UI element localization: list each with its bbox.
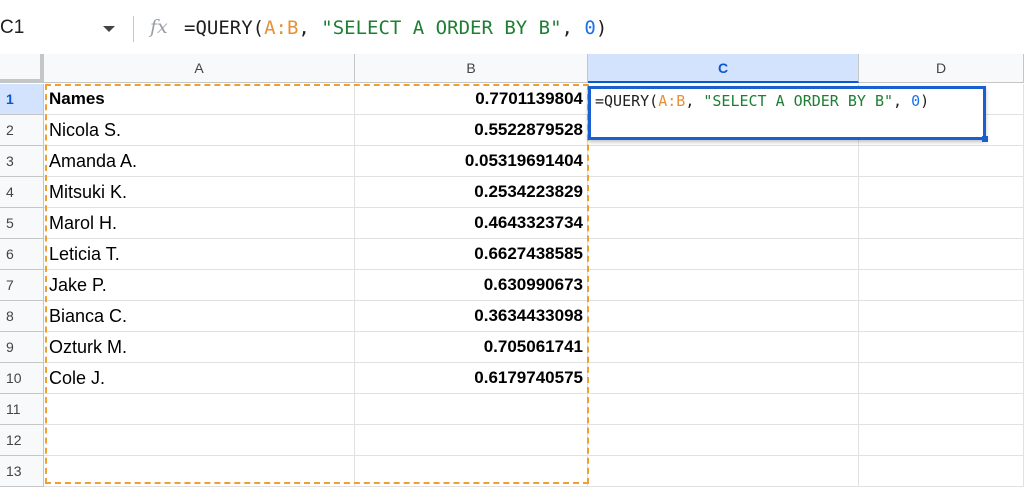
cell-c5[interactable]: [588, 208, 859, 239]
cell-b9[interactable]: 0.705061741: [355, 332, 588, 363]
row-header[interactable]: 4: [0, 177, 44, 208]
cell-c4[interactable]: [588, 177, 859, 208]
cell-d5[interactable]: [859, 208, 1024, 239]
cell-d10[interactable]: [859, 363, 1024, 394]
formula-input[interactable]: =QUERY(A:B, "SELECT A ORDER BY B", 0): [184, 17, 607, 39]
formula-suffix: ): [920, 92, 930, 110]
cell-c11[interactable]: [588, 394, 859, 425]
formula-string: "SELECT A ORDER BY B": [321, 17, 562, 39]
formula-range: A:B: [264, 17, 299, 39]
cell-c10[interactable]: [588, 363, 859, 394]
row-header[interactable]: 5: [0, 208, 44, 239]
row-header[interactable]: 10: [0, 363, 44, 394]
cell-a10[interactable]: Cole J.: [44, 363, 355, 394]
formula-comma: ,: [561, 17, 585, 39]
column-header-a[interactable]: A: [44, 54, 355, 83]
cell-b2[interactable]: 0.5522879528: [355, 115, 588, 146]
row-header[interactable]: 12: [0, 425, 44, 456]
row-header[interactable]: 9: [0, 332, 44, 363]
divider: [133, 16, 134, 42]
cell-d6[interactable]: [859, 239, 1024, 270]
fill-handle[interactable]: [982, 136, 988, 142]
formula-comma: ,: [685, 92, 704, 110]
cell-b8[interactable]: 0.3634433098: [355, 301, 588, 332]
cell-b1[interactable]: 0.7701139804: [355, 84, 588, 115]
fx-icon: fx: [150, 16, 168, 38]
cell-c6[interactable]: [588, 239, 859, 270]
formula-prefix: =QUERY(: [595, 92, 659, 110]
row-header[interactable]: 2: [0, 115, 44, 146]
cell-a8[interactable]: Bianca C.: [44, 301, 355, 332]
row-header[interactable]: 1: [0, 84, 44, 115]
cell-c13[interactable]: [588, 456, 859, 487]
formula-string: "SELECT A ORDER BY B": [703, 92, 894, 110]
cell-a3[interactable]: Amanda A.: [44, 146, 355, 177]
cell-c8[interactable]: [588, 301, 859, 332]
name-box[interactable]: C1: [0, 17, 24, 39]
cell-c3[interactable]: [588, 146, 859, 177]
select-all-corner[interactable]: [0, 54, 44, 83]
row-header[interactable]: 8: [0, 301, 44, 332]
formula-prefix: =QUERY(: [184, 17, 265, 39]
cell-editor-text[interactable]: =QUERY(A:B, "SELECT A ORDER BY B", 0): [595, 92, 929, 110]
formula-comma: ,: [298, 17, 322, 39]
cell-b7[interactable]: 0.630990673: [355, 270, 588, 301]
formula-number: 0: [584, 17, 596, 39]
cell-c7[interactable]: [588, 270, 859, 301]
column-header-c[interactable]: C: [588, 54, 859, 83]
cell-a13[interactable]: [44, 456, 355, 487]
cell-d11[interactable]: [859, 394, 1024, 425]
formula-comma: ,: [893, 92, 912, 110]
row-header[interactable]: 7: [0, 270, 44, 301]
formula-bar: C1 fx =QUERY(A:B, "SELECT A ORDER BY B",…: [0, 0, 1024, 54]
cell-a11[interactable]: [44, 394, 355, 425]
cell-a6[interactable]: Leticia T.: [44, 239, 355, 270]
cell-d9[interactable]: [859, 332, 1024, 363]
formula-range: A:B: [658, 92, 686, 110]
formula-suffix: ): [595, 17, 608, 39]
cell-b11[interactable]: [355, 394, 588, 425]
cell-editor-c1[interactable]: =QUERY(A:B, "SELECT A ORDER BY B", 0): [588, 86, 986, 140]
formula-number: 0: [911, 92, 921, 110]
spreadsheet-grid: A B C D 1 Names 0.7701139804 2 Nicola S. 0.552287…: [0, 54, 1024, 487]
cell-b3[interactable]: 0.05319691404: [355, 146, 588, 177]
cell-a7[interactable]: Jake P.: [44, 270, 355, 301]
cell-a9[interactable]: Ozturk M.: [44, 332, 355, 363]
cell-d8[interactable]: [859, 301, 1024, 332]
column-header-d[interactable]: D: [859, 54, 1024, 83]
cell-a1[interactable]: Names: [44, 84, 355, 115]
cell-d12[interactable]: [859, 425, 1024, 456]
cell-b13[interactable]: [355, 456, 588, 487]
cell-c12[interactable]: [588, 425, 859, 456]
row-header[interactable]: 11: [0, 394, 44, 425]
cell-b5[interactable]: 0.4643323734: [355, 208, 588, 239]
cell-d13[interactable]: [859, 456, 1024, 487]
chevron-down-icon[interactable]: [103, 26, 115, 32]
cell-c9[interactable]: [588, 332, 859, 363]
cell-a4[interactable]: Mitsuki K.: [44, 177, 355, 208]
row-header[interactable]: 6: [0, 239, 44, 270]
cell-a12[interactable]: [44, 425, 355, 456]
cell-d3[interactable]: [859, 146, 1024, 177]
cell-d4[interactable]: [859, 177, 1024, 208]
row-header[interactable]: 13: [0, 456, 44, 487]
row-header[interactable]: 3: [0, 146, 44, 177]
cell-b12[interactable]: [355, 425, 588, 456]
column-header-b[interactable]: B: [355, 54, 588, 83]
cell-a2[interactable]: Nicola S.: [44, 115, 355, 146]
cell-b4[interactable]: 0.2534223829: [355, 177, 588, 208]
cell-a5[interactable]: Marol H.: [44, 208, 355, 239]
cell-d7[interactable]: [859, 270, 1024, 301]
cell-b10[interactable]: 0.6179740575: [355, 363, 588, 394]
cell-b6[interactable]: 0.6627438585: [355, 239, 588, 270]
